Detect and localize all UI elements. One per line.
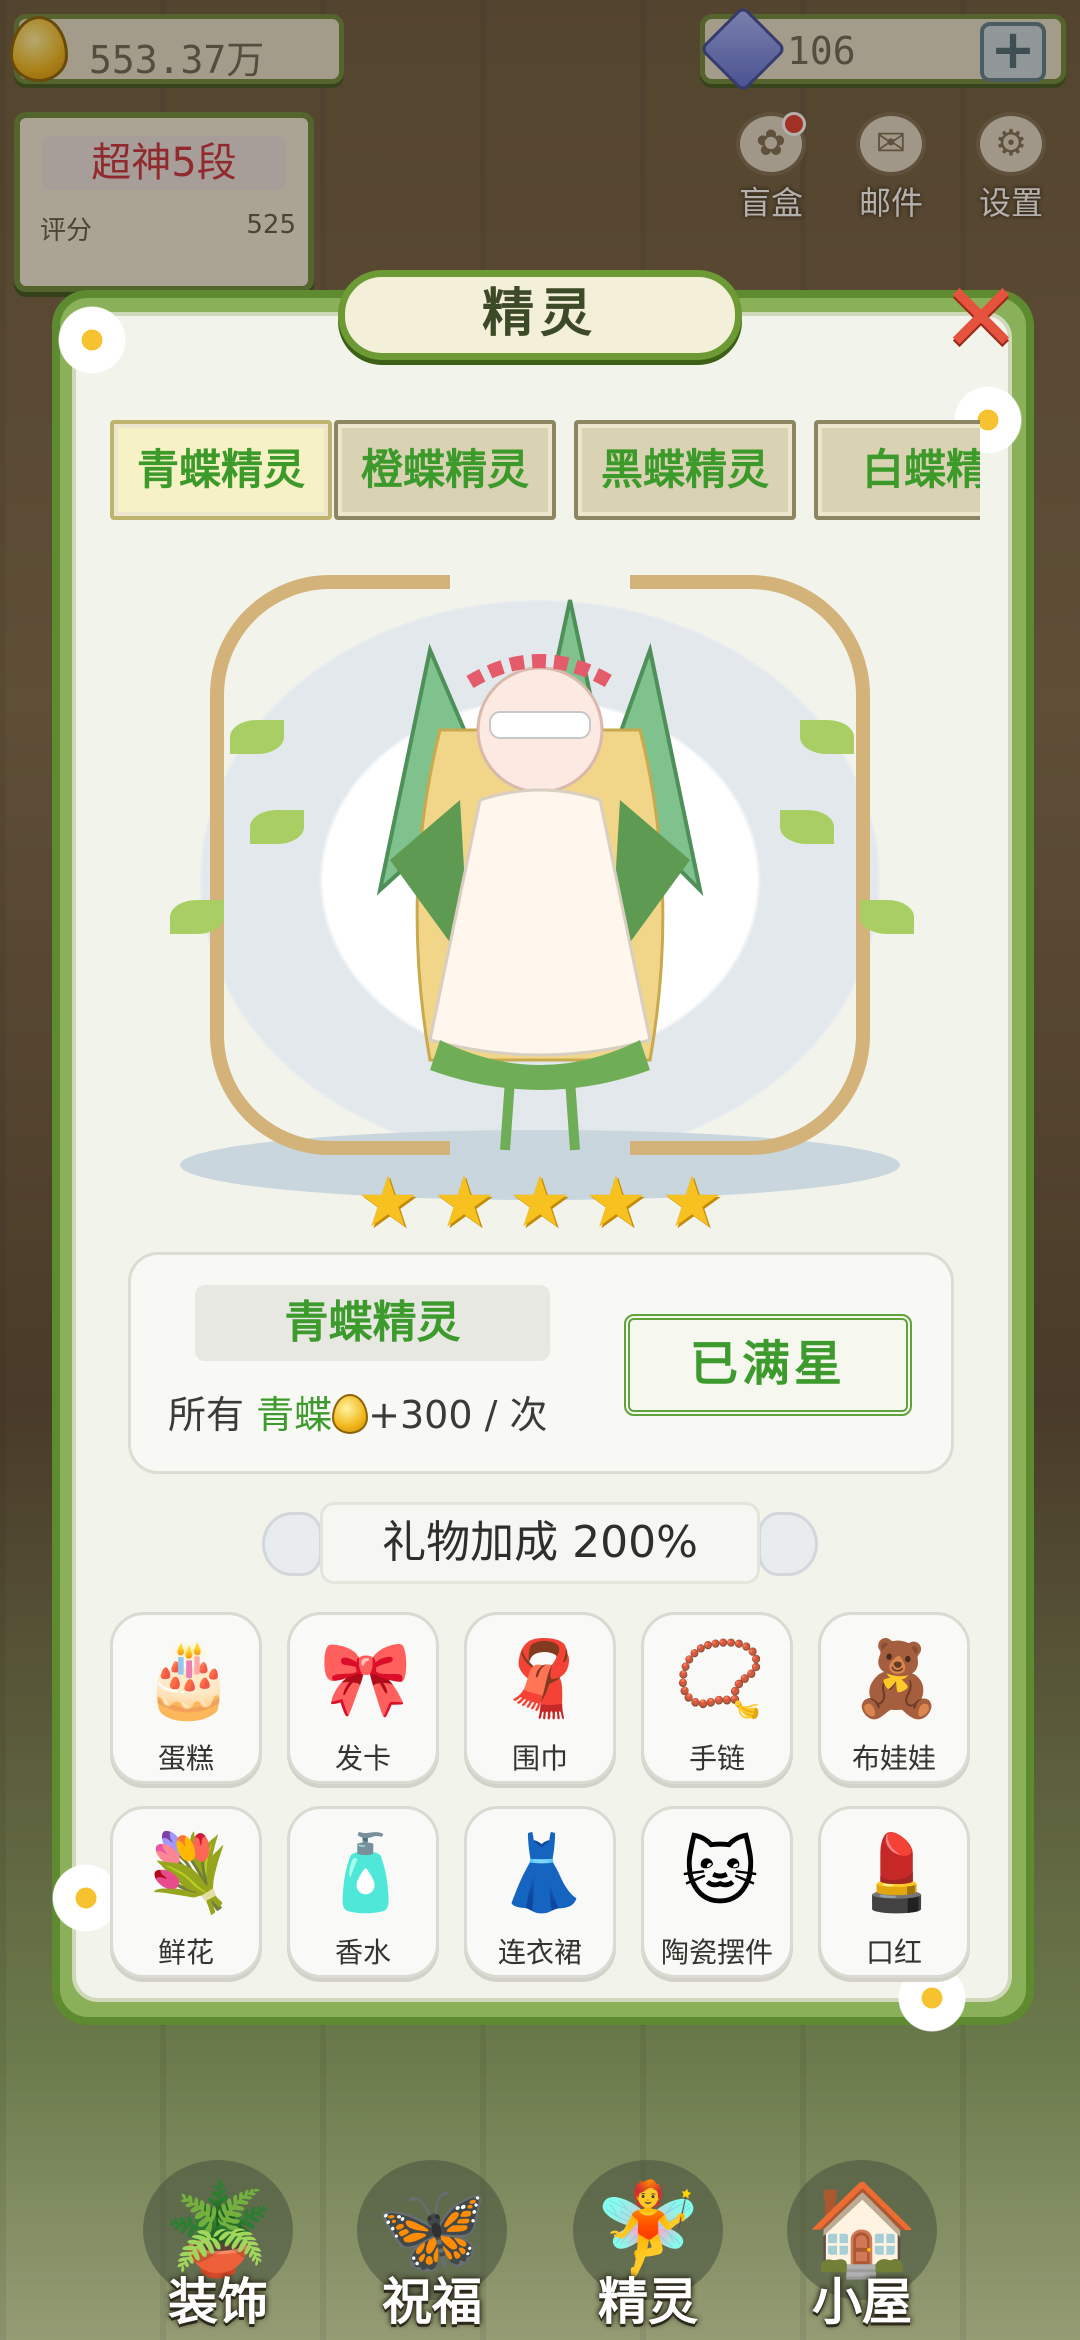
max-star-button[interactable]: 已满星 (624, 1314, 912, 1416)
dress-icon: 👗 (496, 1830, 590, 1916)
tab-label: 青蝶精灵 (136, 445, 305, 494)
doll-icon: 🧸 (850, 1636, 944, 1722)
star-icon: ★ (660, 1161, 724, 1243)
gift-label: 连衣裙 (497, 1936, 582, 1969)
cake-icon: 🎂 (142, 1636, 236, 1722)
gift-item-bracelet[interactable]: 📿 手链 (641, 1612, 793, 1784)
perfume-icon: 🧴 (319, 1830, 413, 1916)
bonus-amount: +300 (368, 1393, 473, 1437)
gift-item-hairpin[interactable]: 🎀 发卡 (287, 1612, 439, 1784)
fairy-name: 青蝶精灵 (284, 1297, 461, 1348)
gift-label: 发卡 (334, 1742, 391, 1775)
fairy-name-plate: 青蝶精灵 (195, 1285, 550, 1361)
nav-blessing[interactable]: 🦋 祝福 (348, 2160, 516, 2340)
nav-fairy[interactable]: 🧚 精灵 (564, 2160, 732, 2340)
gift-item-cake[interactable]: 🎂 蛋糕 (110, 1612, 262, 1784)
wing-right-icon (758, 1512, 818, 1576)
tab-label: 橙蝶精灵 (360, 445, 529, 494)
tab-hei-die[interactable]: 黑蝶精灵 (574, 420, 796, 520)
leaf-icon (250, 810, 304, 844)
leaf-icon (230, 720, 284, 754)
gift-label: 香水 (334, 1936, 391, 1969)
wing-left-icon (262, 1512, 322, 1576)
nav-label: 小屋 (812, 2273, 912, 2331)
gift-bonus-header: 礼物加成 200% (320, 1502, 760, 1584)
hairpin-icon: 🎀 (319, 1636, 413, 1722)
gift-label: 蛋糕 (157, 1742, 214, 1775)
star-icon: ★ (584, 1161, 648, 1243)
bonus-suffix: / 次 (484, 1393, 548, 1437)
tab-cheng-die[interactable]: 橙蝶精灵 (334, 420, 556, 520)
tab-bai-die[interactable]: 白蝶精 (814, 420, 980, 520)
scarf-icon: 🧣 (496, 1636, 590, 1722)
leaf-icon (170, 900, 224, 934)
ceramic-cat-icon: 🐱 (681, 1830, 759, 1916)
tab-label: 白蝶精 (861, 445, 980, 494)
close-button[interactable]: ✕ (938, 270, 1024, 366)
fairy-bonus-text: 所有 青蝶 +300 / 次 (168, 1385, 547, 1445)
lipstick-icon: 💄 (850, 1830, 944, 1916)
fairy-character-image (376, 599, 704, 1151)
gift-label: 围巾 (511, 1742, 568, 1775)
gift-label: 鲜花 (157, 1936, 214, 1969)
gift-item-dress[interactable]: 👗 连衣裙 (464, 1806, 616, 1978)
leaf-icon (780, 810, 834, 844)
bonus-prefix: 所有 (168, 1393, 245, 1437)
daisy-decoration-icon (52, 300, 132, 380)
panel-title: 精灵 (481, 284, 598, 344)
gift-label: 手链 (688, 1742, 745, 1775)
leaf-icon (860, 900, 914, 934)
bonus-target: 青蝶 (256, 1393, 333, 1437)
gift-item-ceramic[interactable]: 🐱 陶瓷摆件 (641, 1806, 793, 1978)
nav-house[interactable]: 🏠 小屋 (778, 2160, 946, 2340)
fairy-tabs: 青蝶精灵 橙蝶精灵 黑蝶精灵 白蝶精 (110, 420, 980, 525)
nav-label: 装饰 (168, 2273, 268, 2331)
star-icon: ★ (356, 1161, 420, 1243)
max-star-label: 已满星 (689, 1336, 846, 1392)
star-icon: ★ (508, 1161, 572, 1243)
nav-decorate[interactable]: 🪴 装饰 (134, 2160, 302, 2340)
star-icon: ★ (432, 1161, 496, 1243)
nav-label: 精灵 (598, 2273, 698, 2331)
gift-item-flower[interactable]: 💐 鲜花 (110, 1806, 262, 1978)
gift-label: 口红 (865, 1936, 922, 1969)
leaf-icon (800, 720, 854, 754)
flower-icon: 💐 (142, 1830, 236, 1916)
bracelet-icon: 📿 (673, 1636, 767, 1722)
gift-bonus-text: 礼物加成 200% (382, 1517, 698, 1568)
gift-item-perfume[interactable]: 🧴 香水 (287, 1806, 439, 1978)
gold-drop-icon (332, 1394, 369, 1434)
nav-label: 祝福 (382, 2273, 482, 2331)
panel-title-plate: 精灵 (338, 270, 742, 360)
gift-item-scarf[interactable]: 🧣 围巾 (464, 1612, 616, 1784)
gift-label: 布娃娃 (851, 1742, 936, 1775)
gift-item-doll[interactable]: 🧸 布娃娃 (818, 1612, 970, 1784)
tab-label: 黑蝶精灵 (600, 445, 769, 494)
tab-qing-die[interactable]: 青蝶精灵 (110, 420, 332, 520)
gift-label: 陶瓷摆件 (660, 1936, 773, 1969)
gift-item-lipstick[interactable]: 💄 口红 (818, 1806, 970, 1978)
